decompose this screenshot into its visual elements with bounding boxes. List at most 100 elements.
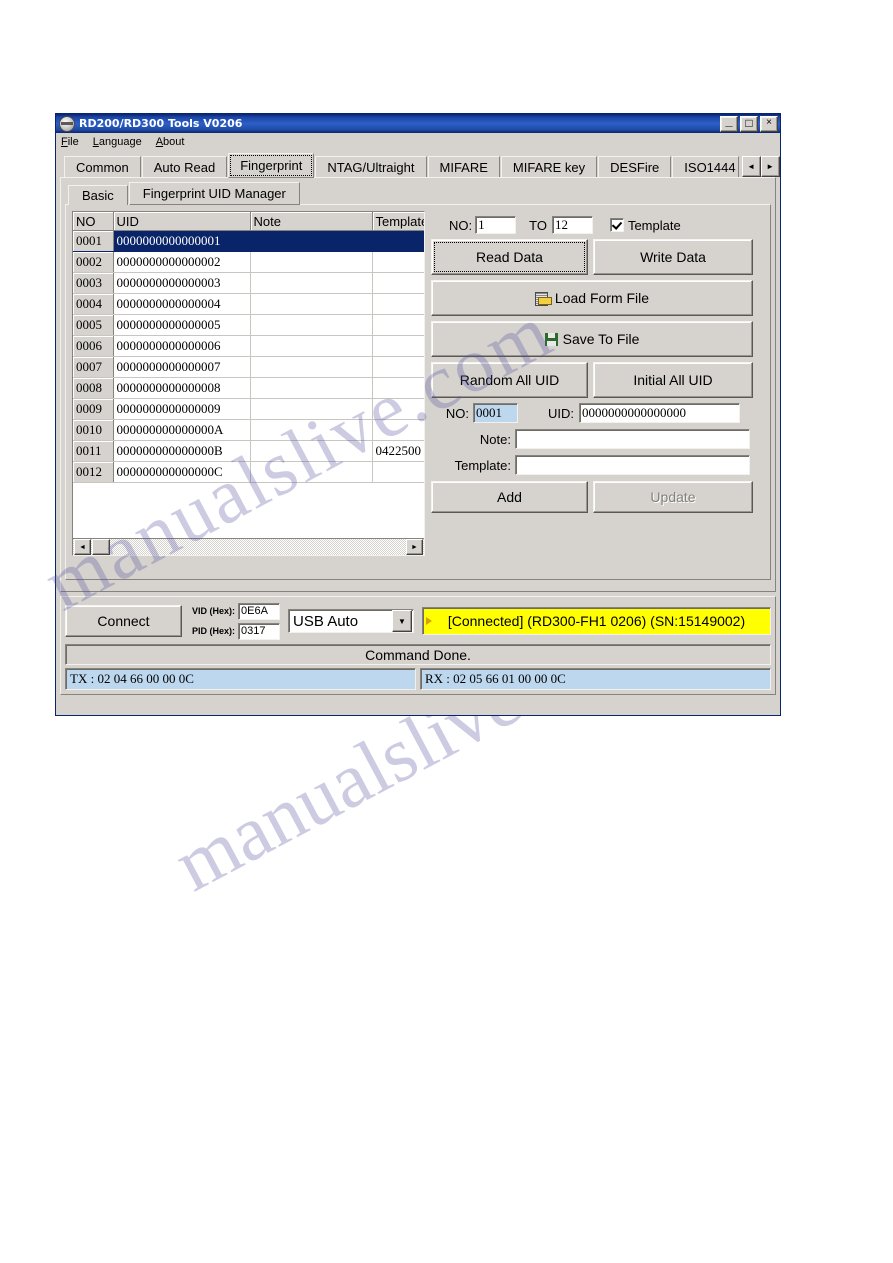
table-row[interactable]: 0003 0000000000000003 xyxy=(73,272,424,294)
cell-template xyxy=(372,461,424,483)
scroll-left-button[interactable]: ◄ xyxy=(74,539,91,555)
random-all-uid-button[interactable]: Random All UID xyxy=(431,362,588,398)
vid-row: VID (Hex): xyxy=(192,602,281,620)
tab-mifare[interactable]: MIFARE xyxy=(427,156,500,178)
record-template-input[interactable] xyxy=(515,455,750,475)
column-header-note[interactable]: Note xyxy=(250,212,373,231)
cell-no: 0007 xyxy=(73,356,114,378)
record-uid-input[interactable] xyxy=(579,403,740,423)
cell-template xyxy=(372,230,424,252)
cell-no: 0009 xyxy=(73,398,114,420)
table-row[interactable]: 0011 000000000000000B 0422500 xyxy=(73,440,424,462)
vid-pid-group: VID (Hex): PID (Hex): xyxy=(192,602,281,640)
rx-field: RX : 02 05 66 01 00 00 0C xyxy=(420,668,771,690)
close-button[interactable]: × xyxy=(760,115,778,132)
cell-template xyxy=(372,398,424,420)
load-form-file-button[interactable]: Load Form File xyxy=(431,280,753,316)
tab-common[interactable]: Common xyxy=(64,156,141,178)
window-body: Common Auto Read Fingerprint NTAG/Ultrai… xyxy=(56,150,780,699)
cell-uid: 0000000000000008 xyxy=(113,377,251,399)
cell-uid: 0000000000000005 xyxy=(113,314,251,336)
subtab-fingerprint-uid-manager[interactable]: Fingerprint UID Manager xyxy=(128,182,300,205)
cell-note xyxy=(250,461,373,483)
save-to-file-button[interactable]: Save To File xyxy=(431,321,753,357)
chevron-down-icon[interactable]: ▼ xyxy=(392,610,413,632)
table-row[interactable]: 0007 0000000000000007 xyxy=(73,356,424,378)
column-header-no[interactable]: NO xyxy=(73,212,114,231)
random-initial-row: Random All UID Initial All UID xyxy=(431,362,763,398)
tab-scroll-controls: ◄ ► xyxy=(741,156,780,177)
table-row[interactable]: 0005 0000000000000005 xyxy=(73,314,424,336)
vid-input[interactable] xyxy=(238,602,281,620)
tab-iso1444[interactable]: ISO1444 xyxy=(672,156,739,178)
maximize-button[interactable]: □ xyxy=(740,115,758,132)
menu-item-about[interactable]: About xyxy=(156,136,185,148)
cell-no: 0008 xyxy=(73,377,114,399)
menu-item-file[interactable]: File xyxy=(61,136,79,148)
record-no-input[interactable] xyxy=(473,403,518,423)
subtab-basic[interactable]: Basic xyxy=(68,185,128,205)
folder-icon xyxy=(534,291,552,306)
vid-label: VID (Hex): xyxy=(192,606,236,616)
cell-no: 0011 xyxy=(73,440,114,462)
range-no-input[interactable] xyxy=(475,216,517,234)
cell-uid: 0000000000000004 xyxy=(113,293,251,315)
connect-row: Connect VID (Hex): PID (Hex): USB Auto xyxy=(65,601,771,641)
cell-note xyxy=(250,398,373,420)
tab-mifare-key[interactable]: MIFARE key xyxy=(500,156,598,178)
cell-uid: 000000000000000C xyxy=(113,461,251,483)
tab-desfire[interactable]: DESFire xyxy=(598,156,672,178)
cell-note xyxy=(250,356,373,378)
pid-row: PID (Hex): xyxy=(192,622,281,640)
menu-item-language[interactable]: Language xyxy=(93,136,142,148)
cell-no: 0010 xyxy=(73,419,114,441)
cell-template xyxy=(372,314,424,336)
cell-template xyxy=(372,356,424,378)
menu-bar: File Language About xyxy=(56,133,780,150)
range-to-input[interactable] xyxy=(551,216,593,234)
table-row[interactable]: 0002 0000000000000002 xyxy=(73,251,424,273)
table-row[interactable]: 0006 0000000000000006 xyxy=(73,335,424,357)
table-row[interactable]: 0001 0000000000000001 xyxy=(73,230,424,252)
template-checkbox[interactable]: Template xyxy=(609,218,681,233)
pid-input[interactable] xyxy=(238,622,281,640)
cell-no: 0005 xyxy=(73,314,114,336)
column-header-uid[interactable]: UID xyxy=(113,212,251,231)
record-note-input[interactable] xyxy=(515,429,750,449)
cell-template xyxy=(372,251,424,273)
table-row[interactable]: 0004 0000000000000004 xyxy=(73,293,424,315)
record-no-label: NO: xyxy=(445,405,469,421)
cell-uid: 0000000000000002 xyxy=(113,251,251,273)
uid-grid[interactable]: NO UID Note Template 0001 00000000000000… xyxy=(72,211,425,556)
tab-auto-read[interactable]: Auto Read xyxy=(141,156,228,178)
update-button[interactable]: Update xyxy=(593,481,753,513)
tab-scroll-left-button[interactable]: ◄ xyxy=(741,156,761,177)
connect-button[interactable]: Connect xyxy=(65,605,182,637)
command-status: Command Done. xyxy=(65,644,771,665)
cell-note xyxy=(250,377,373,399)
app-globe-icon xyxy=(59,115,75,132)
column-header-template[interactable]: Template xyxy=(372,212,424,231)
write-data-button[interactable]: Write Data xyxy=(593,239,753,275)
cell-no: 0004 xyxy=(73,293,114,315)
table-row[interactable]: 0010 000000000000000A xyxy=(73,419,424,441)
uid-table-body: 0001 0000000000000001 0002 0000000000000… xyxy=(73,230,424,483)
scroll-thumb[interactable] xyxy=(92,539,110,555)
cell-uid: 0000000000000009 xyxy=(113,398,251,420)
minimize-button[interactable]: _ xyxy=(720,114,738,132)
interface-select[interactable]: USB Auto ▼ xyxy=(288,609,415,633)
add-button[interactable]: Add xyxy=(431,481,588,513)
read-data-button[interactable]: Read Data xyxy=(431,239,588,275)
grid-horizontal-scrollbar[interactable]: ◄ ► xyxy=(73,538,424,555)
tab-scroll-right-button[interactable]: ► xyxy=(760,156,780,177)
cell-note xyxy=(250,335,373,357)
tab-fingerprint[interactable]: Fingerprint xyxy=(228,153,315,178)
cell-note xyxy=(250,440,373,462)
tab-ntag-ultraight[interactable]: NTAG/Ultraight xyxy=(315,156,427,178)
range-no-label: NO: xyxy=(449,217,473,233)
table-row[interactable]: 0008 0000000000000008 xyxy=(73,377,424,399)
table-row[interactable]: 0009 0000000000000009 xyxy=(73,398,424,420)
table-row[interactable]: 0012 000000000000000C xyxy=(73,461,424,483)
initial-all-uid-button[interactable]: Initial All UID xyxy=(593,362,753,398)
scroll-right-button[interactable]: ► xyxy=(406,539,423,555)
